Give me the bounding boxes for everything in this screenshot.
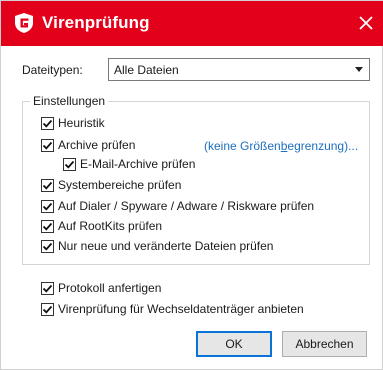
email-archive-label: E-Mail-Archive prüfen [80, 157, 196, 171]
checkmark-icon [41, 116, 54, 130]
email-archive-checkbox[interactable]: E-Mail-Archive prüfen [63, 156, 195, 172]
dialog-title: Virenprüfung [42, 13, 150, 32]
filetype-dropdown[interactable]: Alle Dateien [108, 58, 370, 81]
checkmark-icon [41, 219, 54, 233]
ok-button-label: OK [225, 337, 243, 351]
filetype-label: Dateitypen: [22, 63, 83, 77]
settings-legend: Einstellungen [30, 94, 109, 108]
dialer-spyware-label: Auf Dialer / Spyware / Adware / Riskware… [58, 199, 315, 213]
checkmark-icon [41, 138, 54, 152]
size-limit-link-text-3: egrenzung)... [287, 139, 359, 153]
removable-media-label: Virenprüfung für Wechseldatenträger anbi… [58, 302, 304, 316]
rootkits-label: Auf RootKits prüfen [58, 219, 163, 233]
checkmark-icon [41, 281, 54, 295]
virus-scan-dialog: Virenprüfung Dateitypen: Alle Dateien Ei… [0, 0, 383, 370]
checkmark-icon [41, 239, 54, 253]
chevron-down-icon [355, 67, 363, 72]
archive-check-label: Archive prüfen [58, 138, 136, 152]
dialer-spyware-checkbox[interactable]: Auf Dialer / Spyware / Adware / Riskware… [41, 198, 314, 214]
cancel-button[interactable]: Abbrechen [282, 331, 367, 357]
size-limit-link[interactable]: (keine Größenbegrenzung)... [204, 139, 358, 153]
close-icon[interactable] [352, 9, 380, 37]
title-bar: Virenprüfung [1, 1, 383, 46]
protocol-label: Protokoll anfertigen [58, 281, 162, 295]
filetype-selected-value: Alle Dateien [114, 63, 179, 77]
system-areas-checkbox[interactable]: Systembereiche prüfen [41, 177, 181, 193]
gdata-shield-icon [14, 12, 34, 34]
new-changed-files-label: Nur neue und veränderte Dateien prüfen [58, 239, 274, 253]
ok-button[interactable]: OK [196, 331, 272, 357]
checkmark-icon [41, 199, 54, 213]
checkmark-icon [41, 178, 54, 192]
checkmark-icon [41, 302, 54, 316]
system-areas-label: Systembereiche prüfen [58, 178, 182, 192]
cancel-button-label: Abbrechen [295, 337, 354, 351]
removable-media-checkbox[interactable]: Virenprüfung für Wechseldatenträger anbi… [41, 301, 304, 317]
archive-check-checkbox[interactable]: Archive prüfen [41, 137, 135, 153]
heuristik-label: Heuristik [58, 116, 105, 130]
protocol-checkbox[interactable]: Protokoll anfertigen [41, 280, 161, 296]
new-changed-files-checkbox[interactable]: Nur neue und veränderte Dateien prüfen [41, 238, 273, 254]
heuristik-checkbox[interactable]: Heuristik [41, 115, 105, 131]
size-limit-link-text-1: (keine Größen [204, 139, 281, 153]
rootkits-checkbox[interactable]: Auf RootKits prüfen [41, 218, 162, 234]
checkmark-icon [63, 157, 76, 171]
